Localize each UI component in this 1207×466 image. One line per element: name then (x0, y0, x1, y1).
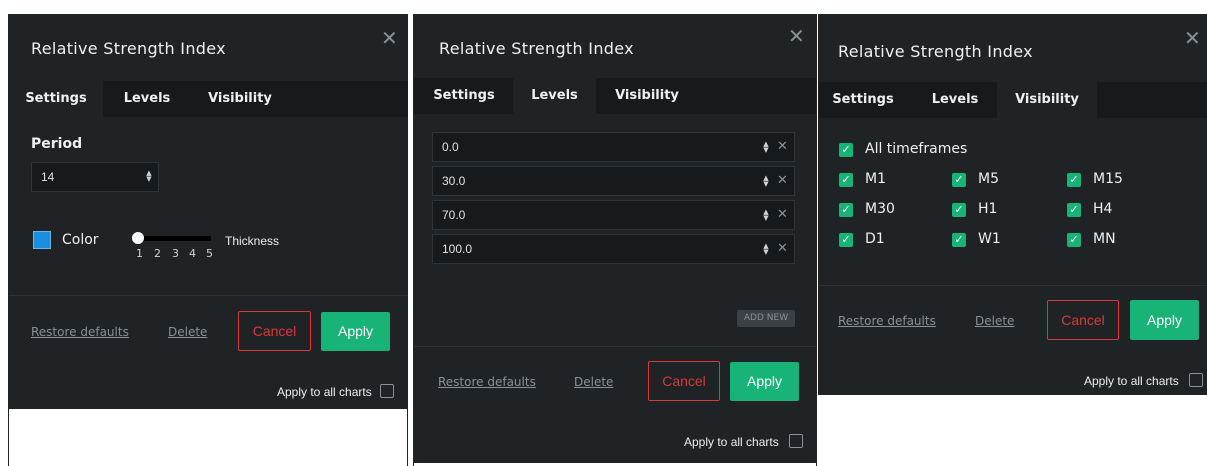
tab-settings[interactable]: Settings (424, 78, 504, 114)
delete-level-icon[interactable]: ✕ (777, 173, 788, 188)
timeframe-label-w1: W1 (978, 231, 1001, 247)
timeframe-label-d1: D1 (865, 231, 885, 247)
color-label: Color (62, 232, 99, 248)
thickness-tick-1: 1 (136, 247, 143, 260)
apply-to-all-checkbox[interactable] (1189, 373, 1203, 387)
thickness-tick-4: 4 (189, 247, 196, 260)
tab-bar: Settings Levels Visibility (414, 78, 816, 114)
timeframe-label-mn: MN (1093, 231, 1116, 247)
timeframe-label-m30: M30 (865, 201, 895, 217)
tab-levels[interactable]: Levels (109, 81, 185, 117)
tab-bar: Settings Levels Visibility (9, 81, 408, 117)
restore-defaults-link[interactable]: Restore defaults (838, 314, 936, 328)
level-input-1[interactable]: 30.0 (432, 166, 795, 196)
level-value: 70.0 (442, 208, 466, 222)
level-value: 100.0 (442, 242, 473, 256)
level-input-3[interactable]: 100.0 (432, 234, 795, 264)
timeframe-checkbox-h4[interactable]: ✓ (1067, 203, 1081, 217)
footer-divider (9, 295, 408, 296)
apply-button[interactable]: Apply (321, 312, 390, 351)
close-icon[interactable]: ✕ (1184, 28, 1201, 48)
timeframe-checkbox-m15[interactable]: ✓ (1067, 173, 1081, 187)
footer-divider (414, 346, 816, 347)
color-swatch[interactable] (33, 231, 51, 249)
dialog-settings: Relative Strength Index ✕ Settings Level… (9, 14, 408, 409)
timeframe-checkbox-w1[interactable]: ✓ (952, 233, 966, 247)
level-value: 30.0 (442, 174, 466, 188)
level-input-0[interactable]: 0.0 (432, 132, 795, 162)
dialog-visibility: Relative Strength Index ✕ Settings Level… (819, 14, 1207, 395)
all-timeframes-label: All timeframes (865, 141, 968, 157)
level-stepper-icon[interactable]: ▲ ▼ (761, 141, 771, 154)
thickness-slider[interactable] (133, 236, 211, 241)
level-value: 0.0 (442, 140, 459, 154)
dialog-levels: Relative Strength Index ✕ Settings Level… (414, 14, 816, 463)
tab-settings[interactable]: Settings (9, 81, 103, 117)
close-icon[interactable]: ✕ (381, 28, 398, 48)
apply-to-all-checkbox[interactable] (789, 434, 803, 448)
tab-levels[interactable]: Levels (919, 82, 991, 118)
timeframe-checkbox-d1[interactable]: ✓ (839, 233, 853, 247)
add-new-button[interactable]: ADD NEW (737, 310, 795, 327)
tab-visibility[interactable]: Visibility (602, 78, 692, 114)
all-timeframes-checkbox[interactable]: ✓ (839, 143, 853, 157)
thickness-tick-3: 3 (172, 247, 179, 260)
level-stepper-icon[interactable]: ▲ ▼ (761, 209, 771, 222)
tab-levels[interactable]: Levels (513, 78, 596, 114)
timeframe-label-h1: H1 (978, 201, 998, 217)
thickness-slider-handle[interactable] (132, 232, 144, 244)
timeframe-checkbox-mn[interactable]: ✓ (1067, 233, 1081, 247)
timeframe-label-m15: M15 (1093, 171, 1123, 187)
delete-link[interactable]: Delete (168, 325, 207, 339)
period-value: 14 (41, 170, 55, 184)
dialog-title: Relative Strength Index (838, 42, 1033, 61)
delete-level-icon[interactable]: ✕ (777, 241, 788, 256)
period-label: Period (31, 136, 83, 152)
period-stepper-icon[interactable]: ▲ ▼ (144, 170, 154, 183)
period-input[interactable]: 14 (31, 162, 159, 192)
tab-settings[interactable]: Settings (827, 82, 899, 118)
cancel-button[interactable]: Cancel (238, 311, 311, 351)
tab-visibility[interactable]: Visibility (195, 81, 285, 117)
level-stepper-icon[interactable]: ▲ ▼ (761, 175, 771, 188)
tab-bar: Settings Levels Visibility (819, 82, 1207, 118)
level-input-2[interactable]: 70.0 (432, 200, 795, 230)
timeframe-label-h4: H4 (1093, 201, 1113, 217)
apply-to-all-label: Apply to all charts (277, 385, 372, 399)
timeframe-label-m1: M1 (865, 171, 886, 187)
delete-link[interactable]: Delete (574, 375, 613, 389)
cancel-button[interactable]: Cancel (648, 361, 720, 401)
timeframe-checkbox-m1[interactable]: ✓ (839, 173, 853, 187)
thickness-tick-5: 5 (206, 247, 213, 260)
delete-level-icon[interactable]: ✕ (777, 207, 788, 222)
timeframe-checkbox-h1[interactable]: ✓ (952, 203, 966, 217)
apply-to-all-label: Apply to all charts (684, 435, 779, 449)
restore-defaults-link[interactable]: Restore defaults (438, 375, 536, 389)
delete-level-icon[interactable]: ✕ (777, 139, 788, 154)
restore-defaults-link[interactable]: Restore defaults (31, 325, 129, 339)
timeframe-checkbox-m30[interactable]: ✓ (839, 203, 853, 217)
timeframe-checkbox-m5[interactable]: ✓ (952, 173, 966, 187)
cancel-button[interactable]: Cancel (1047, 300, 1119, 340)
tab-visibility[interactable]: Visibility (997, 82, 1097, 118)
dialog-title: Relative Strength Index (439, 39, 634, 58)
close-icon[interactable]: ✕ (788, 26, 805, 46)
apply-button[interactable]: Apply (1130, 300, 1199, 340)
apply-to-all-label: Apply to all charts (1084, 374, 1179, 388)
thickness-tick-2: 2 (154, 247, 161, 260)
footer-divider (819, 285, 1207, 286)
delete-link[interactable]: Delete (975, 314, 1014, 328)
thickness-label: Thickness (225, 234, 280, 248)
level-stepper-icon[interactable]: ▲ ▼ (761, 243, 771, 256)
apply-to-all-checkbox[interactable] (380, 384, 394, 398)
apply-button[interactable]: Apply (730, 362, 799, 401)
timeframe-label-m5: M5 (978, 171, 999, 187)
dialog-title: Relative Strength Index (31, 39, 226, 58)
